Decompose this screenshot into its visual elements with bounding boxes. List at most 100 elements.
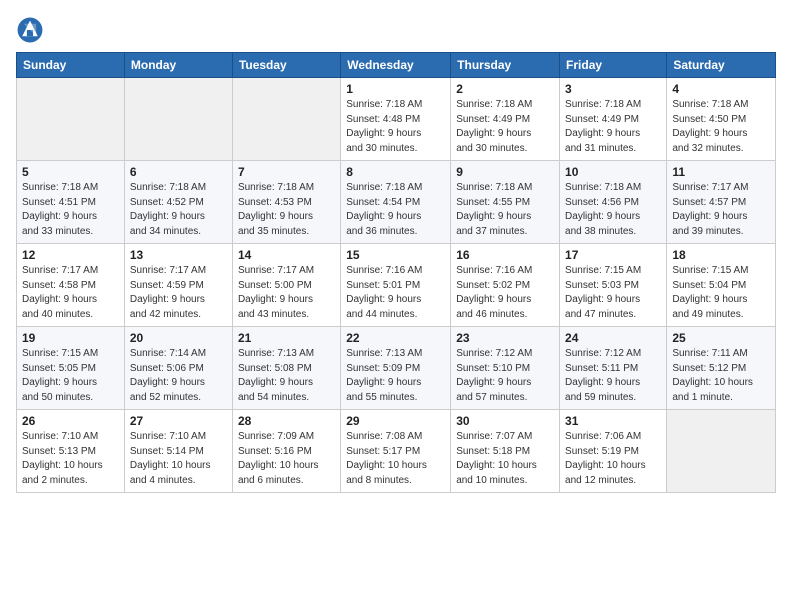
calendar-week-row: 26Sunrise: 7:10 AMSunset: 5:13 PMDayligh… bbox=[17, 410, 776, 493]
calendar-day-cell: 3 Sunrise: 7:18 AMSunset: 4:49 PMDaylight… bbox=[560, 78, 667, 161]
calendar-day-cell: 28 Sunrise: 7:09 AMSunset: 5:16 PMDayligh… bbox=[232, 410, 340, 493]
day-info: Sunrise: 7:15 AMSunset: 5:04 PMDaylight:… bbox=[672, 264, 770, 322]
calendar-day-cell: 21 Sunrise: 7:13 AMSunset: 5:08 PMDayligh… bbox=[232, 327, 340, 410]
day-number: 9 bbox=[456, 165, 554, 179]
calendar-day-cell bbox=[667, 410, 776, 493]
day-number: 18 bbox=[672, 248, 770, 262]
day-number: 17 bbox=[565, 248, 661, 262]
day-number: 2 bbox=[456, 82, 554, 96]
day-number: 24 bbox=[565, 331, 661, 345]
day-info: Sunrise: 7:13 AMSunset: 5:09 PMDaylight:… bbox=[346, 347, 445, 405]
day-number: 6 bbox=[130, 165, 227, 179]
day-info: Sunrise: 7:12 AMSunset: 5:10 PMDaylight:… bbox=[456, 347, 554, 405]
calendar-day-cell: 7Sunrise: 7:18 AMSunset: 4:53 PMDaylight… bbox=[232, 161, 340, 244]
calendar-day-cell: 2 Sunrise: 7:18 AMSunset: 4:49 PMDaylight… bbox=[451, 78, 560, 161]
calendar-day-cell: 18 Sunrise: 7:15 AMSunset: 5:04 PMDayligh… bbox=[667, 244, 776, 327]
day-info: Sunrise: 7:18 AMSunset: 4:55 PMDaylight:… bbox=[456, 181, 554, 239]
day-info: Sunrise: 7:17 AMSunset: 5:00 PMDaylight:… bbox=[238, 264, 335, 322]
day-info: Sunrise: 7:16 AMSunset: 5:01 PMDaylight:… bbox=[346, 264, 445, 322]
day-info: Sunrise: 7:14 AMSunset: 5:06 PMDaylight:… bbox=[130, 347, 227, 405]
calendar-day-cell: 9 Sunrise: 7:18 AMSunset: 4:55 PMDaylight… bbox=[451, 161, 560, 244]
day-info: Sunrise: 7:17 AMSunset: 4:57 PMDaylight:… bbox=[672, 181, 770, 239]
calendar-day-cell: 13 Sunrise: 7:17 AMSunset: 4:59 PMDayligh… bbox=[124, 244, 232, 327]
day-info: Sunrise: 7:07 AMSunset: 5:18 PMDaylight:… bbox=[456, 430, 554, 488]
calendar-day-cell: 1 Sunrise: 7:18 AMSunset: 4:48 PMDaylight… bbox=[341, 78, 451, 161]
day-info: Sunrise: 7:18 AMSunset: 4:48 PMDaylight:… bbox=[346, 98, 445, 156]
day-number: 20 bbox=[130, 331, 227, 345]
day-number: 28 bbox=[238, 414, 335, 428]
day-number: 3 bbox=[565, 82, 661, 96]
day-number: 8 bbox=[346, 165, 445, 179]
calendar-day-cell: 22 Sunrise: 7:13 AMSunset: 5:09 PMDayligh… bbox=[341, 327, 451, 410]
header bbox=[16, 12, 776, 44]
calendar-day-cell: 31Sunrise: 7:06 AMSunset: 5:19 PMDayligh… bbox=[560, 410, 667, 493]
day-number: 27 bbox=[130, 414, 227, 428]
weekday-header-cell: Tuesday bbox=[232, 53, 340, 78]
day-number: 21 bbox=[238, 331, 335, 345]
calendar-day-cell: 11 Sunrise: 7:17 AMSunset: 4:57 PMDayligh… bbox=[667, 161, 776, 244]
calendar-week-row: 19Sunrise: 7:15 AMSunset: 5:05 PMDayligh… bbox=[17, 327, 776, 410]
calendar-day-cell: 10 Sunrise: 7:18 AMSunset: 4:56 PMDayligh… bbox=[560, 161, 667, 244]
day-info: Sunrise: 7:18 AMSunset: 4:49 PMDaylight:… bbox=[456, 98, 554, 156]
calendar-day-cell: 8Sunrise: 7:18 AMSunset: 4:54 PMDaylight… bbox=[341, 161, 451, 244]
day-number: 15 bbox=[346, 248, 445, 262]
weekday-header-cell: Wednesday bbox=[341, 53, 451, 78]
day-info: Sunrise: 7:17 AMSunset: 4:58 PMDaylight:… bbox=[22, 264, 119, 322]
calendar-day-cell: 12 Sunrise: 7:17 AMSunset: 4:58 PMDayligh… bbox=[17, 244, 125, 327]
day-number: 29 bbox=[346, 414, 445, 428]
calendar-day-cell bbox=[232, 78, 340, 161]
day-number: 5 bbox=[22, 165, 119, 179]
calendar-week-row: 5 Sunrise: 7:18 AMSunset: 4:51 PMDaylight… bbox=[17, 161, 776, 244]
day-number: 13 bbox=[130, 248, 227, 262]
day-info: Sunrise: 7:18 AMSunset: 4:51 PMDaylight:… bbox=[22, 181, 119, 239]
calendar-table: SundayMondayTuesdayWednesdayThursdayFrid… bbox=[16, 52, 776, 493]
calendar-day-cell: 26Sunrise: 7:10 AMSunset: 5:13 PMDayligh… bbox=[17, 410, 125, 493]
day-number: 12 bbox=[22, 248, 119, 262]
calendar-day-cell: 17 Sunrise: 7:15 AMSunset: 5:03 PMDayligh… bbox=[560, 244, 667, 327]
calendar-day-cell: 15 Sunrise: 7:16 AMSunset: 5:01 PMDayligh… bbox=[341, 244, 451, 327]
weekday-header-cell: Sunday bbox=[17, 53, 125, 78]
day-info: Sunrise: 7:18 AMSunset: 4:52 PMDaylight:… bbox=[130, 181, 227, 239]
day-number: 19 bbox=[22, 331, 119, 345]
weekday-header-cell: Monday bbox=[124, 53, 232, 78]
day-number: 11 bbox=[672, 165, 770, 179]
day-number: 22 bbox=[346, 331, 445, 345]
calendar-day-cell bbox=[124, 78, 232, 161]
calendar-day-cell: 24 Sunrise: 7:12 AMSunset: 5:11 PMDayligh… bbox=[560, 327, 667, 410]
calendar-day-cell: 25 Sunrise: 7:11 AMSunset: 5:12 PMDayligh… bbox=[667, 327, 776, 410]
day-number: 4 bbox=[672, 82, 770, 96]
day-info: Sunrise: 7:12 AMSunset: 5:11 PMDaylight:… bbox=[565, 347, 661, 405]
day-info: Sunrise: 7:10 AMSunset: 5:14 PMDaylight:… bbox=[130, 430, 227, 488]
day-info: Sunrise: 7:15 AMSunset: 5:03 PMDaylight:… bbox=[565, 264, 661, 322]
weekday-header-cell: Friday bbox=[560, 53, 667, 78]
day-number: 1 bbox=[346, 82, 445, 96]
calendar-day-cell: 14 Sunrise: 7:17 AMSunset: 5:00 PMDayligh… bbox=[232, 244, 340, 327]
calendar-day-cell: 6 Sunrise: 7:18 AMSunset: 4:52 PMDaylight… bbox=[124, 161, 232, 244]
calendar-day-cell: 20 Sunrise: 7:14 AMSunset: 5:06 PMDayligh… bbox=[124, 327, 232, 410]
weekday-header-row: SundayMondayTuesdayWednesdayThursdayFrid… bbox=[17, 53, 776, 78]
calendar-week-row: 12 Sunrise: 7:17 AMSunset: 4:58 PMDayligh… bbox=[17, 244, 776, 327]
day-number: 26 bbox=[22, 414, 119, 428]
day-info: Sunrise: 7:06 AMSunset: 5:19 PMDaylight:… bbox=[565, 430, 661, 488]
day-number: 14 bbox=[238, 248, 335, 262]
day-info: Sunrise: 7:11 AMSunset: 5:12 PMDaylight:… bbox=[672, 347, 770, 405]
calendar-day-cell: 29 Sunrise: 7:08 AMSunset: 5:17 PMDayligh… bbox=[341, 410, 451, 493]
calendar-body: 1 Sunrise: 7:18 AMSunset: 4:48 PMDaylight… bbox=[17, 78, 776, 493]
day-info: Sunrise: 7:18 AMSunset: 4:56 PMDaylight:… bbox=[565, 181, 661, 239]
calendar-day-cell: 27 Sunrise: 7:10 AMSunset: 5:14 PMDayligh… bbox=[124, 410, 232, 493]
day-info: Sunrise: 7:18 AMSunset: 4:53 PMDaylight:… bbox=[238, 181, 335, 239]
day-info: Sunrise: 7:09 AMSunset: 5:16 PMDaylight:… bbox=[238, 430, 335, 488]
weekday-header-cell: Saturday bbox=[667, 53, 776, 78]
day-info: Sunrise: 7:08 AMSunset: 5:17 PMDaylight:… bbox=[346, 430, 445, 488]
calendar-day-cell: 5 Sunrise: 7:18 AMSunset: 4:51 PMDaylight… bbox=[17, 161, 125, 244]
weekday-header-cell: Thursday bbox=[451, 53, 560, 78]
day-number: 25 bbox=[672, 331, 770, 345]
calendar-day-cell: 30Sunrise: 7:07 AMSunset: 5:18 PMDayligh… bbox=[451, 410, 560, 493]
calendar-day-cell bbox=[17, 78, 125, 161]
day-info: Sunrise: 7:18 AMSunset: 4:49 PMDaylight:… bbox=[565, 98, 661, 156]
day-number: 16 bbox=[456, 248, 554, 262]
day-info: Sunrise: 7:17 AMSunset: 4:59 PMDaylight:… bbox=[130, 264, 227, 322]
calendar-day-cell: 23Sunrise: 7:12 AMSunset: 5:10 PMDayligh… bbox=[451, 327, 560, 410]
day-info: Sunrise: 7:13 AMSunset: 5:08 PMDaylight:… bbox=[238, 347, 335, 405]
day-number: 10 bbox=[565, 165, 661, 179]
